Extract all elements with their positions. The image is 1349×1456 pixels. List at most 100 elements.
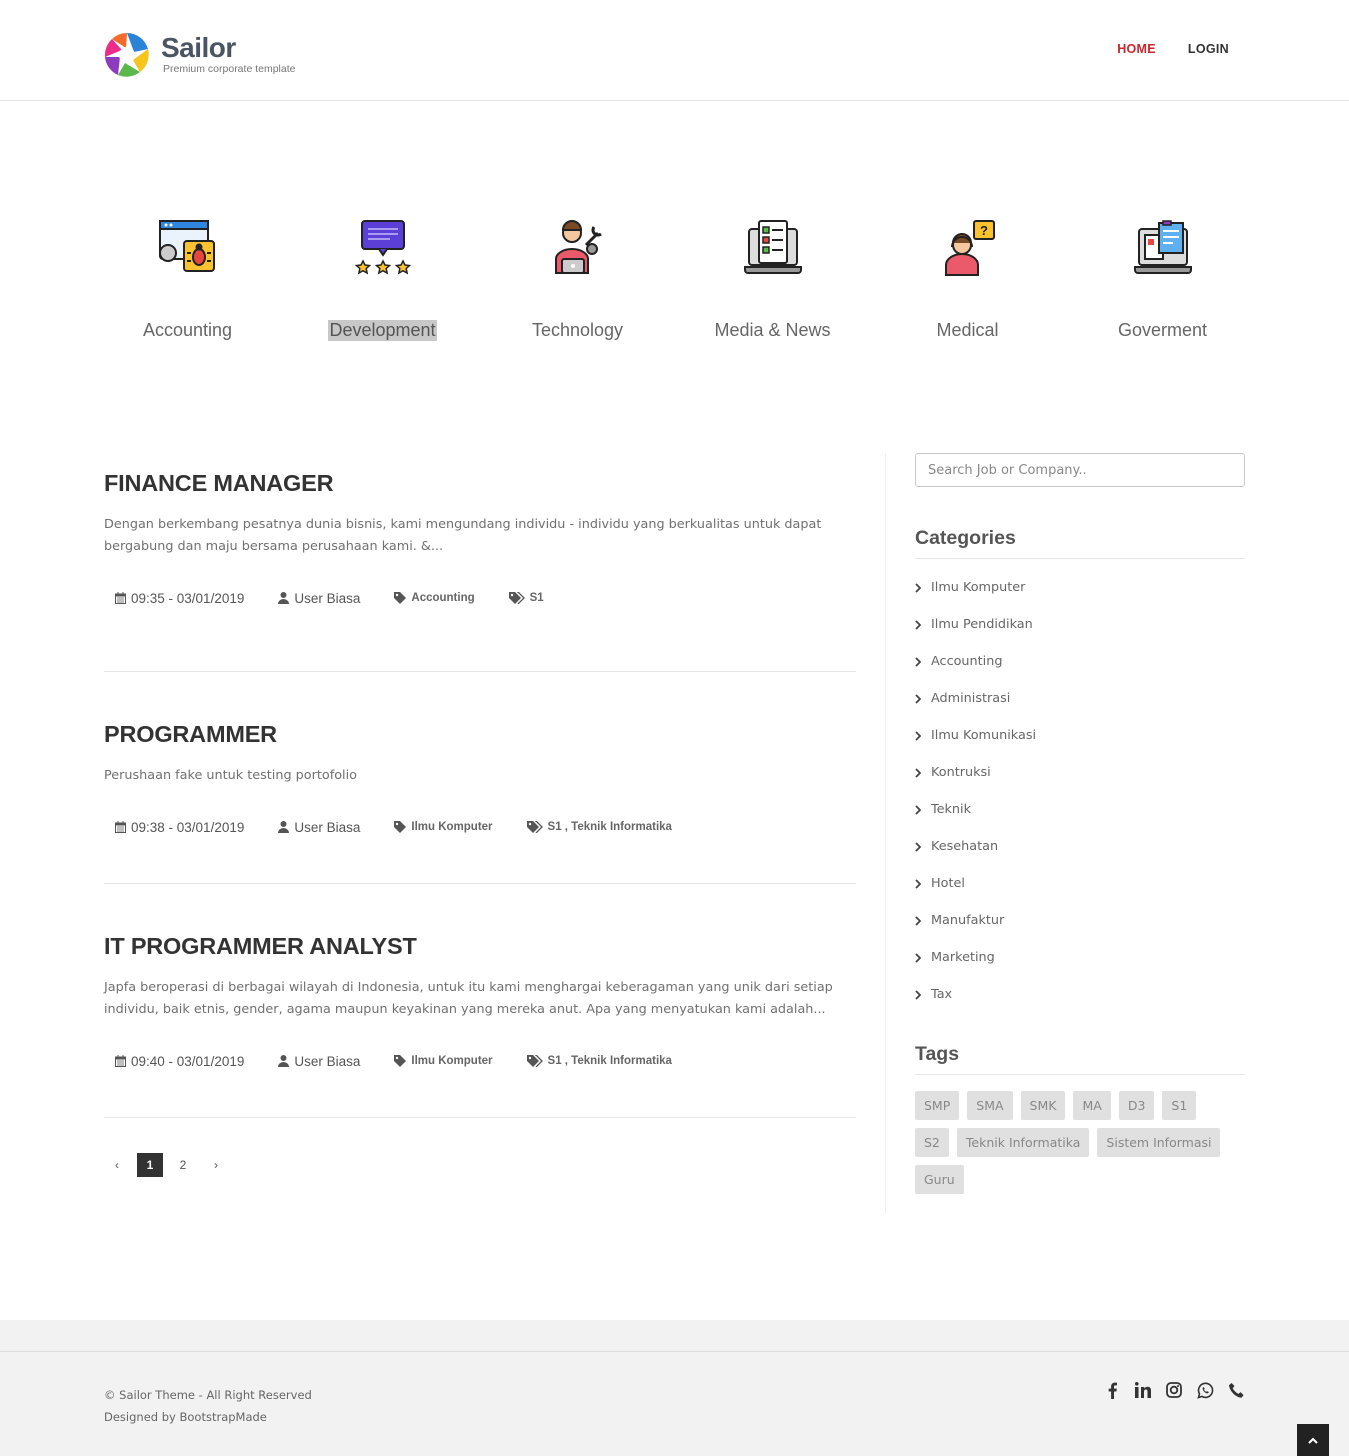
category-item[interactable]: Manufaktur [915, 902, 1245, 939]
tags-icon [526, 821, 543, 833]
category-item-label: Marketing [931, 950, 995, 965]
chevron-right-icon [915, 804, 921, 815]
job-title[interactable]: FINANCE MANAGER [104, 470, 856, 497]
pagination-page-2[interactable]: 2 [170, 1153, 196, 1177]
sidebar: Categories Ilmu Komputer Ilmu Pendidikan… [915, 453, 1245, 1202]
main-nav: HOME LOGIN [1117, 42, 1229, 56]
nav-home[interactable]: HOME [1117, 42, 1156, 56]
back-to-top-button[interactable] [1297, 1424, 1329, 1456]
tag-item[interactable]: S1 [1162, 1091, 1197, 1120]
chevron-up-icon [1308, 1437, 1318, 1444]
tag-icon [394, 592, 407, 604]
footer-copy: © Sailor Theme - All Right Reserved Desi… [104, 1384, 312, 1428]
job-meta: 09:38 - 03/01/2019 User Biasa Ilmu Kompu… [104, 817, 856, 837]
pagination-prev[interactable]: ‹ [104, 1153, 130, 1177]
tag-item[interactable]: D3 [1118, 1091, 1155, 1120]
tags-icon [508, 592, 525, 604]
category-goverment[interactable]: Goverment [1065, 215, 1260, 355]
category-item[interactable]: Accounting [915, 643, 1245, 680]
category-item[interactable]: Hotel [915, 865, 1245, 902]
job-education[interactable]: S1 , Teknik Informatika [548, 1055, 672, 1067]
tag-item[interactable]: SMA [967, 1091, 1013, 1120]
chevron-right-icon [915, 693, 921, 704]
category-technology[interactable]: Technology [480, 215, 675, 355]
tag-cloud: SMP SMA SMK MA D3 S1 S2 Teknik Informati… [915, 1091, 1245, 1202]
job-author[interactable]: User Biasa [294, 591, 360, 606]
job-category[interactable]: Ilmu Komputer [411, 821, 492, 833]
credit-text[interactable]: Designed by BootstrapMade [104, 1406, 312, 1428]
category-item[interactable]: Ilmu Komputer [915, 569, 1245, 606]
category-item[interactable]: Ilmu Komunikasi [915, 717, 1245, 754]
tag-item[interactable]: SMP [915, 1091, 960, 1120]
site-footer: © Sailor Theme - All Right Reserved Desi… [0, 1320, 1349, 1456]
category-item[interactable]: Teknik [915, 791, 1245, 828]
phone-icon[interactable] [1227, 1380, 1245, 1400]
instagram-icon[interactable] [1165, 1380, 1183, 1400]
meta-category: Ilmu Komputer [394, 1055, 493, 1067]
job-education[interactable]: S1 , Teknik Informatika [548, 821, 672, 833]
category-item-label: Tax [931, 987, 953, 1002]
meta-author: User Biasa [278, 820, 360, 835]
meta-date: 09:40 - 03/01/2019 [115, 1054, 244, 1069]
category-accounting[interactable]: Accounting [90, 215, 285, 355]
tag-item[interactable]: Teknik Informatika [956, 1128, 1090, 1157]
meta-education: S1 , Teknik Informatika [526, 821, 672, 833]
category-item-label: Kontruksi [931, 765, 991, 780]
job-author[interactable]: User Biasa [294, 1054, 360, 1069]
category-item[interactable]: Administrasi [915, 680, 1245, 717]
meta-date: 09:38 - 03/01/2019 [115, 820, 244, 835]
linkedin-icon[interactable] [1134, 1380, 1152, 1400]
tag-item[interactable]: S2 [915, 1128, 949, 1157]
category-item[interactable]: Tax [915, 976, 1245, 1013]
job-excerpt: Japfa beroperasi di berbagai wilayah di … [104, 980, 833, 1017]
job-excerpt: Dengan berkembang pesatnya dunia bisnis,… [104, 517, 822, 554]
job-title[interactable]: PROGRAMMER [104, 721, 856, 748]
tag-item[interactable]: Sistem Informasi [1097, 1128, 1221, 1157]
job-meta: 09:40 - 03/01/2019 User Biasa Ilmu Kompu… [104, 1051, 856, 1071]
category-item[interactable]: Marketing [915, 939, 1245, 976]
nav-login[interactable]: LOGIN [1188, 42, 1229, 56]
category-strip: Accounting Development Technology Media … [90, 215, 1260, 355]
category-media-news[interactable]: Media & News [675, 215, 870, 355]
facebook-icon[interactable] [1103, 1380, 1121, 1400]
meta-category: Ilmu Komputer [394, 821, 493, 833]
category-item[interactable]: Ilmu Pendidikan [915, 606, 1245, 643]
job-category[interactable]: Ilmu Komputer [411, 1055, 492, 1067]
job-datetime: 09:40 - 03/01/2019 [131, 1053, 245, 1069]
category-label: Technology [531, 320, 624, 340]
meta-author: User Biasa [278, 1054, 360, 1069]
job-author[interactable]: User Biasa [294, 820, 360, 835]
job-category[interactable]: Accounting [411, 592, 474, 604]
category-item-label: Hotel [931, 876, 965, 891]
pagination-page-1[interactable]: 1 [137, 1153, 163, 1177]
chevron-right-icon [915, 841, 921, 852]
category-label: Media & News [714, 320, 831, 340]
rating-chat-icon [354, 220, 411, 275]
copyright-text: © Sailor Theme - All Right Reserved [104, 1388, 312, 1402]
tag-item[interactable]: Guru [915, 1165, 964, 1194]
category-item-label: Kesehatan [931, 839, 999, 854]
category-item[interactable]: Kontruksi [915, 754, 1245, 791]
calendar-icon [115, 821, 126, 833]
job-list: FINANCE MANAGER Dengan berkembang pesatn… [104, 455, 856, 1118]
job-education[interactable]: S1 [530, 592, 544, 604]
tag-item[interactable]: MA [1073, 1091, 1111, 1120]
search-input[interactable] [915, 453, 1245, 487]
chevron-right-icon [915, 582, 921, 593]
job-datetime: 09:38 - 03/01/2019 [131, 819, 245, 835]
job-title[interactable]: IT PROGRAMMER ANALYST [104, 933, 856, 960]
pagination-next[interactable]: › [203, 1153, 229, 1177]
category-item[interactable]: Kesehatan [915, 828, 1245, 865]
chevron-right-icon [915, 989, 921, 1000]
category-medical[interactable]: ? Medical [870, 215, 1065, 355]
chevron-right-icon [915, 619, 921, 630]
tag-item[interactable]: SMK [1020, 1091, 1066, 1120]
logo[interactable]: Sailor Premium corporate template [104, 30, 324, 82]
laptop-checklist-icon [743, 220, 802, 274]
category-development[interactable]: Development [285, 215, 480, 355]
job-post: PROGRAMMER Perushaan fake untuk testing … [104, 672, 856, 884]
whatsapp-icon[interactable] [1196, 1380, 1214, 1400]
chevron-right-icon [915, 878, 921, 889]
support-agent-icon: ? [944, 220, 995, 276]
logo-tagline: Premium corporate template [163, 63, 296, 75]
